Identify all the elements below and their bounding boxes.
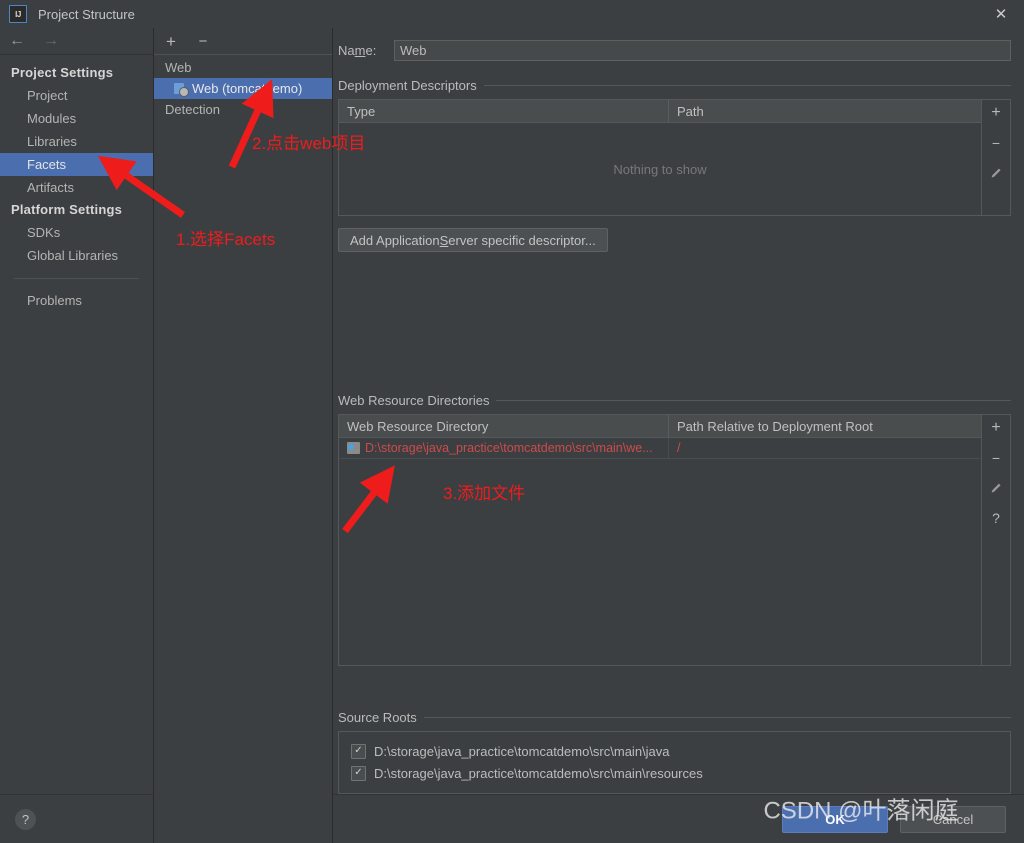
web-resource-directories-title: Web Resource Directories (338, 393, 490, 408)
back-arrow-icon[interactable]: ← (8, 33, 26, 49)
facet-name-label: Name: (338, 43, 394, 58)
close-icon[interactable]: ✕ (978, 0, 1024, 28)
intellij-idea-icon: IJ (9, 5, 27, 23)
sidebar-nav-bar: ← → (0, 28, 153, 55)
web-resource-directory-path: D:\storage\java_practice\tomcatdemo\src\… (365, 441, 653, 455)
web-resource-directories-section-header: Web Resource Directories (338, 393, 1011, 408)
facet-tree-label: Detection (165, 102, 220, 117)
deployment-empty-message: Nothing to show (613, 161, 707, 177)
sidebar-item-facets[interactable]: Facets (0, 153, 153, 176)
cell-relative-path: / (677, 441, 681, 455)
remove-descriptor-button[interactable]: − (985, 133, 1007, 153)
deployment-descriptors-title: Deployment Descriptors (338, 78, 477, 93)
section-divider-line (423, 717, 1011, 718)
sidebar-item-artifacts[interactable]: Artifacts (0, 176, 153, 199)
sidebar-list: Project Settings Project Modules Librari… (0, 55, 153, 794)
remove-web-resource-button[interactable]: − (985, 448, 1007, 468)
facet-tree-label: Web (165, 60, 192, 75)
sidebar-item-modules[interactable]: Modules (0, 107, 153, 130)
section-divider-line (496, 400, 1011, 401)
forward-arrow-icon[interactable]: → (42, 33, 60, 49)
remove-facet-button[interactable]: − (195, 34, 211, 49)
facet-editor-panel: Name: Deployment Descriptors Type Path (333, 28, 1024, 843)
source-root-checkbox[interactable]: ✓ (351, 743, 366, 759)
facet-name-label-post: e: (365, 43, 377, 58)
sidebar-item-sdks[interactable]: SDKs (0, 221, 153, 244)
cell-web-resource-directory: D:\storage\java_practice\tomcatdemo\src\… (339, 438, 669, 458)
source-root-path: D:\storage\java_practice\tomcatdemo\src\… (374, 765, 703, 781)
ok-button[interactable]: OK (782, 805, 888, 833)
title-bar: IJ Project Structure ✕ (0, 0, 1024, 28)
deployment-descriptors-section-header: Deployment Descriptors (338, 78, 1011, 93)
pencil-icon (991, 168, 1001, 178)
web-resource-table-body[interactable]: D:\storage\java_practice\tomcatdemo\src\… (339, 438, 981, 665)
cancel-button[interactable]: Cancel (900, 805, 1006, 833)
deployment-table-side-toolbar: + − (981, 100, 1010, 215)
facet-tree-row-detection[interactable]: Detection (154, 99, 332, 120)
help-icon[interactable]: ? (15, 808, 36, 830)
web-resource-table-header: Web Resource Directory Path Relative to … (339, 415, 981, 438)
deployment-descriptors-table: Type Path Nothing to show + − (338, 99, 1011, 216)
deployment-table-body[interactable]: Nothing to show (339, 123, 981, 215)
web-resource-table-side-toolbar: + − ? (981, 415, 1010, 665)
sidebar-item-libraries[interactable]: Libraries (0, 130, 153, 153)
list-item[interactable]: ✓ D:\storage\java_practice\tomcatdemo\sr… (339, 762, 1010, 784)
source-roots-title: Source Roots (338, 710, 417, 725)
facet-name-label-mnemonic: m (354, 43, 366, 58)
deployment-table-header: Type Path (339, 100, 981, 123)
add-application-server-descriptor-button[interactable]: Add Application Server specific descript… (338, 228, 608, 252)
facet-tree-toolbar: + − (154, 28, 332, 55)
sidebar-item-global-libraries[interactable]: Global Libraries (0, 244, 153, 267)
column-header-web-resource-directory[interactable]: Web Resource Directory (339, 415, 669, 437)
column-header-path-relative[interactable]: Path Relative to Deployment Root (669, 415, 981, 437)
facet-tree-panel: + − Web Web (tomcatdemo) Detection (154, 28, 333, 843)
source-roots-section-header: Source Roots (338, 710, 1011, 725)
facet-name-row: Name: (338, 40, 1011, 61)
facet-tree-row-web-group[interactable]: Web (154, 57, 332, 78)
facet-tree-label: Web (tomcatdemo) (192, 81, 303, 96)
source-root-checkbox[interactable]: ✓ (351, 765, 366, 781)
section-divider-line (483, 85, 1011, 86)
facet-name-label-pre: Na (338, 43, 355, 58)
web-resource-help-button[interactable]: ? (985, 508, 1007, 528)
add-descriptor-label-pre: Add Application (350, 232, 440, 248)
edit-descriptor-button[interactable] (985, 163, 1007, 183)
pencil-icon (991, 483, 1001, 493)
add-descriptor-label-post: erver specific descriptor... (448, 232, 596, 248)
dialog-footer: OK Cancel (333, 794, 1024, 843)
web-directory-icon (347, 442, 360, 454)
dialog-body: ← → Project Settings Project Modules Lib… (0, 28, 1024, 843)
window-title: Project Structure (38, 6, 135, 22)
facet-tree: Web Web (tomcatdemo) Detection (154, 55, 332, 843)
web-resource-directories-table: Web Resource Directory Path Relative to … (338, 414, 1011, 666)
add-facet-button[interactable]: + (163, 33, 179, 50)
column-header-type[interactable]: Type (339, 100, 669, 122)
facet-name-input[interactable] (394, 40, 1011, 61)
sidebar-group-project-settings-header: Project Settings (11, 65, 114, 80)
sidebar-footer: ? (0, 794, 153, 843)
add-descriptor-button[interactable]: + (985, 103, 1007, 123)
sidebar-group-platform-settings-header: Platform Settings (11, 202, 123, 217)
table-row[interactable]: D:\storage\java_practice\tomcatdemo\src\… (339, 438, 981, 459)
edit-web-resource-button[interactable] (985, 478, 1007, 498)
source-roots-list: ✓ D:\storage\java_practice\tomcatdemo\sr… (338, 731, 1011, 794)
column-header-path[interactable]: Path (669, 100, 981, 122)
sidebar-item-problems[interactable]: Problems (0, 289, 153, 312)
add-web-resource-button[interactable]: + (985, 418, 1007, 438)
web-facet-icon (174, 82, 189, 97)
sidebar-divider (14, 278, 139, 279)
list-item[interactable]: ✓ D:\storage\java_practice\tomcatdemo\sr… (339, 740, 1010, 762)
sidebar-item-project[interactable]: Project (0, 84, 153, 107)
add-descriptor-label-mnemonic: S (439, 232, 449, 248)
source-root-path: D:\storage\java_practice\tomcatdemo\src\… (374, 743, 670, 759)
project-structure-dialog: IJ Project Structure ✕ ← → Project Setti… (0, 0, 1024, 843)
settings-sidebar: ← → Project Settings Project Modules Lib… (0, 28, 154, 843)
facet-tree-row-web-tomcatdemo[interactable]: Web (tomcatdemo) (154, 78, 332, 99)
deployment-section-spacer (338, 252, 1011, 393)
